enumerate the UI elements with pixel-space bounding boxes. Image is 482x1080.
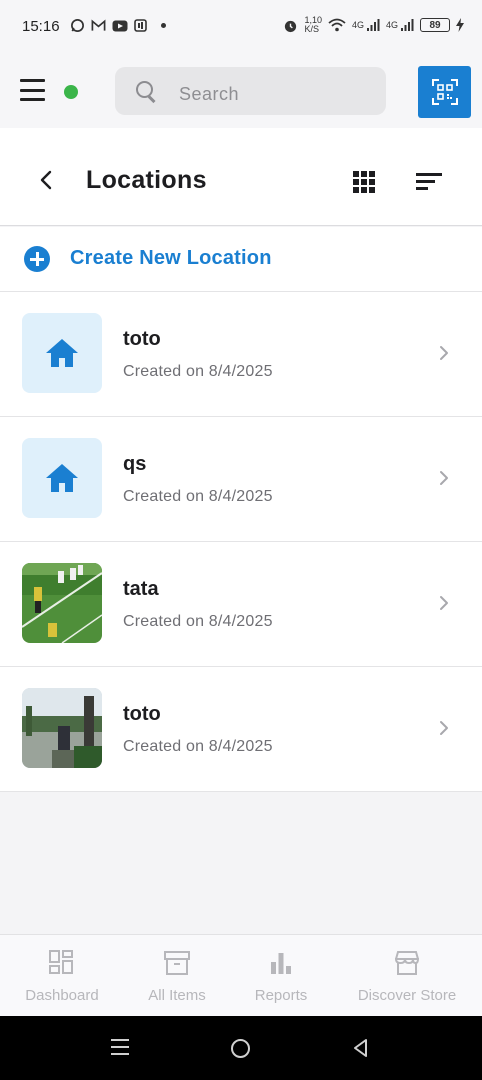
menu-line: [20, 79, 45, 82]
page-header: Locations: [0, 128, 482, 226]
wifi-icon: [328, 18, 346, 32]
location-item[interactable]: tata Created on 8/4/2025: [0, 542, 482, 667]
menu-line: [20, 98, 45, 101]
recent-apps-line: [111, 1039, 129, 1041]
location-name: toto: [123, 328, 161, 350]
whatsapp-icon: [71, 19, 84, 32]
store-icon: [394, 951, 420, 975]
search-icon: [135, 80, 157, 102]
location-item[interactable]: toto Created on 8/4/2025: [0, 667, 482, 792]
hamburger-menu-button[interactable]: [20, 79, 45, 101]
gmail-icon: [91, 19, 106, 31]
grid-cell: [369, 187, 375, 193]
location-thumbnail: [22, 313, 102, 393]
sim-toolkit-icon: [134, 19, 147, 32]
nav-label: Dashboard: [25, 987, 99, 1004]
qr-code-icon: [431, 79, 458, 105]
location-name: tata: [123, 578, 159, 600]
more-notifications-icon: [161, 23, 166, 28]
sim1-label: 4G: [351, 20, 364, 30]
chevron-right-icon: [440, 721, 448, 735]
nav-dashboard[interactable]: Dashboard: [14, 935, 110, 1017]
signal-sim2-icon: [401, 19, 414, 31]
grid-cell: [353, 171, 359, 177]
back-arrow-icon[interactable]: [38, 170, 54, 190]
notification-icons: [70, 18, 166, 33]
sort-line: [416, 187, 428, 190]
grid-cell: [361, 179, 367, 185]
sort-icon[interactable]: [416, 173, 442, 191]
sort-line: [416, 180, 435, 183]
youtube-icon: [112, 20, 128, 31]
home-button[interactable]: [231, 1039, 250, 1058]
recent-apps-button[interactable]: [111, 1039, 129, 1055]
location-item[interactable]: qs Created on 8/4/2025: [0, 417, 482, 542]
nav-label: Reports: [254, 987, 308, 1004]
system-icons: 1,10 K/S 4G 4G 89: [283, 16, 464, 34]
alarm-icon: [285, 20, 297, 32]
charging-icon: [456, 18, 464, 32]
signal-sim1-icon: [366, 19, 380, 31]
location-thumbnail: [22, 563, 102, 643]
soccer-photo: [22, 563, 102, 643]
grid-cell: [369, 179, 375, 185]
back-triangle-icon[interactable]: [352, 1038, 370, 1058]
create-new-location-label: Create New Location: [70, 247, 272, 269]
menu-line: [20, 88, 45, 92]
sort-line: [416, 173, 442, 176]
recent-apps-line: [111, 1046, 129, 1048]
qr-scan-button[interactable]: [418, 66, 471, 118]
archive-box-icon: [164, 951, 190, 975]
nav-discover-store[interactable]: Discover Store: [348, 935, 466, 1017]
location-item[interactable]: toto Created on 8/4/2025: [0, 292, 482, 417]
nav-label: All Items: [148, 987, 206, 1004]
nav-label: Discover Store: [357, 987, 457, 1004]
nav-all-items[interactable]: All Items: [134, 935, 220, 1017]
sim2-label: 4G: [385, 20, 398, 30]
grid-cell: [369, 171, 375, 177]
chevron-right-icon: [440, 346, 448, 360]
grid-cell: [361, 171, 367, 177]
location-date: Created on 8/4/2025: [123, 613, 273, 630]
plus-circle-icon: [24, 246, 50, 272]
bar-chart-icon: [271, 953, 291, 974]
grid-cell: [353, 187, 359, 193]
chevron-right-icon: [440, 596, 448, 610]
online-status-indicator: [64, 85, 78, 99]
location-date: Created on 8/4/2025: [123, 488, 273, 505]
create-new-location-button[interactable]: Create New Location: [0, 227, 482, 292]
app-bar: [0, 54, 482, 128]
lake-photo: [22, 688, 102, 768]
network-speed: 1,10 K/S: [304, 16, 322, 34]
search-bar[interactable]: [115, 67, 386, 115]
chevron-right-icon: [440, 471, 448, 485]
location-name: qs: [123, 453, 147, 475]
system-navigation-bar: [0, 1016, 482, 1080]
location-thumbnail: [22, 438, 102, 518]
grid-cell: [353, 179, 359, 185]
location-thumbnail: [22, 688, 102, 768]
location-date: Created on 8/4/2025: [123, 363, 273, 380]
home-icon: [46, 339, 78, 367]
nav-reports[interactable]: Reports: [244, 935, 318, 1017]
grid-view-icon[interactable]: [353, 171, 375, 193]
battery-indicator: 89: [420, 18, 450, 32]
home-icon: [46, 464, 78, 492]
dashboard-icon: [49, 950, 73, 974]
locations-list: toto Created on 8/4/2025 qs Created on 8…: [0, 292, 482, 792]
grid-cell: [361, 187, 367, 193]
recent-apps-line: [111, 1053, 129, 1055]
search-input[interactable]: [179, 77, 359, 105]
location-name: toto: [123, 703, 161, 725]
status-time: 15:16: [22, 18, 60, 35]
location-date: Created on 8/4/2025: [123, 738, 273, 755]
main-content: Locations Create New Location toto Creat…: [0, 128, 482, 934]
bottom-navigation: Dashboard All Items Reports Discover Sto…: [0, 934, 482, 1016]
network-speed-unit: K/S: [304, 24, 319, 34]
page-title: Locations: [86, 166, 207, 194]
status-bar: 15:16 1,10 K/S 4G 4G 89: [0, 0, 482, 54]
